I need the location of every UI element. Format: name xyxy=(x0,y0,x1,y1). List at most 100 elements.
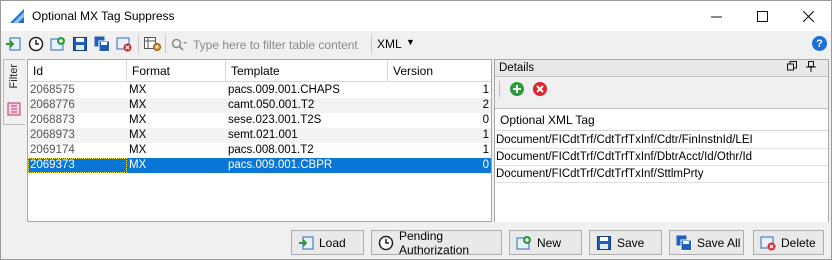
cell-id: 2068973 xyxy=(30,129,75,141)
load-icon xyxy=(6,37,21,51)
cell-version: 0 xyxy=(482,159,489,171)
chevron-down-icon[interactable]: ▼ xyxy=(406,37,415,47)
save-all-tool-button[interactable] xyxy=(93,35,111,53)
cell-id: 2069373 xyxy=(28,158,127,173)
toolbar-separator xyxy=(165,35,166,53)
column-header-version[interactable]: Version xyxy=(388,60,491,82)
cell-version: 0 xyxy=(482,114,489,126)
pending-authorization-tool-button[interactable] xyxy=(27,35,45,53)
minimize-button[interactable] xyxy=(693,1,739,31)
new-record-icon xyxy=(50,37,65,51)
save-icon xyxy=(73,37,87,51)
save-all-button[interactable]: Save All xyxy=(669,230,744,255)
add-tag-icon[interactable] xyxy=(509,81,525,97)
save-all-button-label: Save All xyxy=(697,235,741,250)
column-header-id[interactable]: Id xyxy=(28,60,127,82)
delete-record-icon xyxy=(116,37,132,52)
optional-tags-list[interactable]: Optional XML Tag Document/FICdtTrf/CdtTr… xyxy=(495,108,828,222)
cell-format: MX xyxy=(129,114,147,126)
templates-table[interactable]: Id Format Template Version 2068575 MX pa… xyxy=(27,59,492,222)
filter-side-tab[interactable]: Filter xyxy=(3,59,25,125)
cell-format: MX xyxy=(129,129,147,141)
details-header: Details xyxy=(495,60,828,77)
filter-panel-icon xyxy=(7,102,21,116)
cell-version: 1 xyxy=(482,129,489,141)
window-title: Optional MX Tag Suppress xyxy=(32,9,175,23)
close-icon xyxy=(802,10,814,22)
delete-tool-button[interactable] xyxy=(115,35,133,53)
cell-template: pacs.008.001.T2 xyxy=(228,144,314,156)
filter-input[interactable]: Type here to filter table content xyxy=(169,34,369,55)
save-icon xyxy=(596,235,612,251)
load-button-label: Load xyxy=(319,235,346,250)
table-settings-icon xyxy=(144,37,161,51)
delete-record-icon xyxy=(760,235,776,251)
delete-button-label: Delete xyxy=(781,235,816,250)
save-tool-button[interactable] xyxy=(71,35,89,53)
maximize-icon xyxy=(756,10,768,22)
cell-template: pacs.009.001.CHAPS xyxy=(228,84,340,96)
save-button-label: Save xyxy=(617,235,645,250)
list-item[interactable]: Document/FICdtTrf/CdtTrfTxInf/DbtrAcct/I… xyxy=(495,149,828,166)
app-logo-icon xyxy=(10,9,24,23)
clock-icon xyxy=(28,36,44,52)
clock-icon xyxy=(378,235,394,251)
cell-version: 1 xyxy=(482,144,489,156)
remove-tag-icon[interactable] xyxy=(532,81,548,97)
table-header: Id Format Template Version xyxy=(28,60,491,82)
details-toolbar-grip xyxy=(499,81,500,97)
filter-placeholder: Type here to filter table content xyxy=(193,37,358,52)
table-row[interactable]: 2068575 MX pacs.009.001.CHAPS 1 xyxy=(28,83,491,98)
new-record-icon xyxy=(516,235,532,251)
format-select[interactable]: XML xyxy=(377,37,402,51)
list-item[interactable]: Document/FICdtTrf/CdtTrfTxInf/Cdtr/FinIn… xyxy=(495,132,828,149)
cell-template: camt.050.001.T2 xyxy=(228,99,315,111)
search-icon xyxy=(171,38,187,51)
filter-tab-label: Filter xyxy=(8,64,20,89)
settings-tool-button[interactable] xyxy=(144,35,162,53)
pending-authorization-label: Pending Authorization xyxy=(399,228,470,257)
cell-format: MX xyxy=(129,99,147,111)
toolbar-separator xyxy=(371,35,372,53)
maximize-button[interactable] xyxy=(739,1,785,31)
minimize-icon xyxy=(710,16,722,17)
column-header-format[interactable]: Format xyxy=(127,60,226,82)
load-tool-button[interactable] xyxy=(4,35,22,53)
cell-id: 2068575 xyxy=(30,84,75,96)
save-button[interactable]: Save xyxy=(589,230,662,255)
cell-format: MX xyxy=(129,159,147,171)
save-all-icon xyxy=(94,36,110,52)
details-toolbar xyxy=(495,78,828,102)
new-tool-button[interactable] xyxy=(49,35,67,53)
close-button[interactable] xyxy=(785,1,831,31)
details-panel: Details Optional XML Tag Document/FICdtT… xyxy=(494,59,829,222)
pending-authorization-button[interactable]: Pending Authorization xyxy=(371,228,502,257)
save-all-icon xyxy=(676,235,692,251)
restore-panel-icon[interactable] xyxy=(787,61,797,74)
pin-panel-icon[interactable] xyxy=(806,61,816,75)
cell-format: MX xyxy=(129,144,147,156)
column-header-optional-xml-tag[interactable]: Optional XML Tag xyxy=(495,109,828,131)
table-row[interactable]: 2068776 MX camt.050.001.T2 2 xyxy=(28,98,491,113)
cell-template: sese.023.001.T2S xyxy=(228,114,322,126)
cell-version: 2 xyxy=(482,99,489,111)
cell-id: 2068873 xyxy=(30,114,75,126)
cell-format: MX xyxy=(129,84,147,96)
app-window: Optional MX Tag Suppress Type here to fi… xyxy=(0,0,832,260)
new-button[interactable]: New xyxy=(509,230,582,255)
list-item[interactable]: Document/FICdtTrf/CdtTrfTxInf/SttlmPrty xyxy=(495,166,828,183)
cell-id: 2068776 xyxy=(30,99,75,111)
load-button[interactable]: Load xyxy=(291,230,364,255)
load-icon xyxy=(298,235,314,251)
table-row-selected[interactable]: 2069373 MX pacs.009.001.CBPR 0 xyxy=(28,158,491,173)
column-header-template[interactable]: Template xyxy=(226,60,388,82)
table-row[interactable]: 2068973 MX semt.021.001 1 xyxy=(28,128,491,143)
table-row[interactable]: 2068873 MX sese.023.001.T2S 0 xyxy=(28,113,491,128)
delete-button[interactable]: Delete xyxy=(753,230,824,255)
cell-version: 1 xyxy=(482,84,489,96)
new-button-label: New xyxy=(537,235,562,250)
details-title: Details xyxy=(499,62,535,74)
help-icon[interactable]: ? xyxy=(812,36,827,51)
table-row[interactable]: 2069174 MX pacs.008.001.T2 1 xyxy=(28,143,491,158)
toolbar-separator xyxy=(138,35,139,53)
